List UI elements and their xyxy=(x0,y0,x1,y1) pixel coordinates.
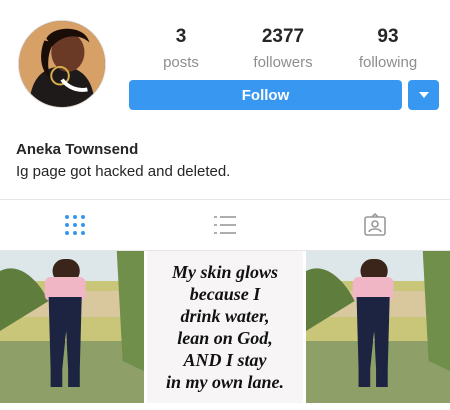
profile-tabs xyxy=(0,200,450,250)
tagged-icon xyxy=(364,213,386,236)
profile-bio: Ig page got hacked and deleted. xyxy=(16,163,231,180)
post-image xyxy=(306,251,450,403)
stat-followers[interactable]: 2377 followers xyxy=(238,26,328,72)
post-thumbnail-quote[interactable]: My skin glows because I drink water, lea… xyxy=(147,251,303,403)
follow-button[interactable]: Follow xyxy=(129,80,402,110)
stat-following[interactable]: 93 following xyxy=(343,26,433,72)
profile-header: 3 posts 2377 followers 93 following Foll… xyxy=(0,0,450,130)
posts-grid: My skin glows because I drink water, lea… xyxy=(0,251,450,406)
tab-tagged[interactable] xyxy=(300,200,450,250)
profile-name: Aneka Townsend xyxy=(16,141,139,158)
posts-label: posts xyxy=(163,54,199,71)
avatar-image xyxy=(19,21,105,107)
tab-grid[interactable] xyxy=(0,200,150,250)
post-image xyxy=(0,251,144,403)
grid-icon xyxy=(65,215,85,235)
followers-label[interactable]: followers xyxy=(238,54,328,72)
following-count[interactable]: 93 xyxy=(343,26,433,48)
stat-posts: 3 posts xyxy=(136,26,226,72)
chevron-down-icon xyxy=(418,92,429,98)
following-label[interactable]: following xyxy=(343,54,433,72)
post-thumbnail[interactable] xyxy=(306,251,450,403)
suggestions-dropdown-button[interactable] xyxy=(408,80,439,110)
post-thumbnail[interactable] xyxy=(0,251,144,403)
followers-count[interactable]: 2377 xyxy=(238,26,328,48)
quote-text: My skin glows because I drink water, lea… xyxy=(165,262,285,392)
posts-count: 3 xyxy=(175,26,187,47)
avatar[interactable] xyxy=(18,20,106,108)
list-icon xyxy=(214,216,236,234)
tab-list[interactable] xyxy=(150,200,300,250)
